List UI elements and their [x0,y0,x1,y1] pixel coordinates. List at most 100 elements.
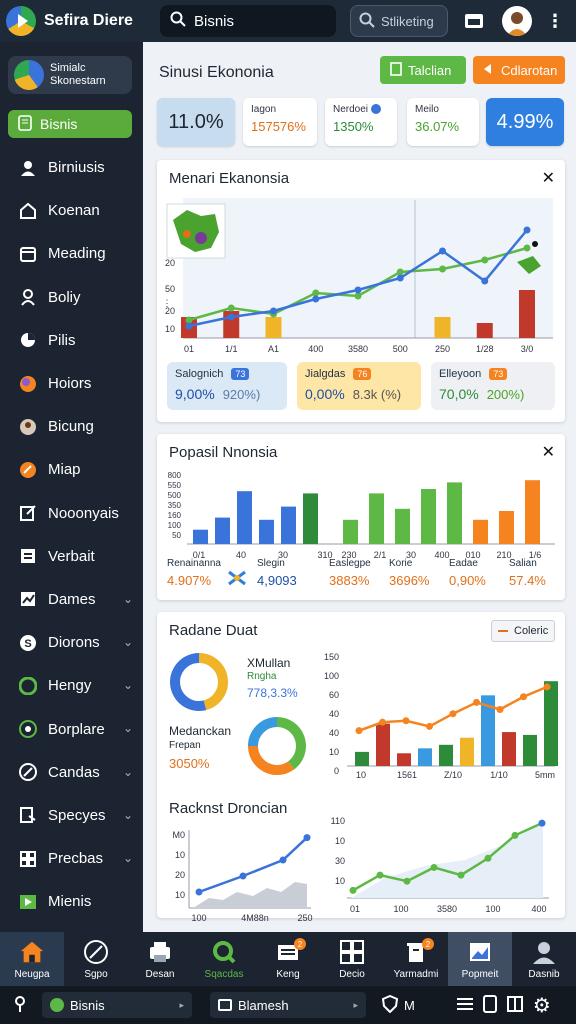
bottom-nav-item-5[interactable]: Decio [320,932,384,986]
shield-icon[interactable] [381,994,399,1016]
donut-slice [248,717,278,747]
sidebar-item-17[interactable]: Mienis [0,880,143,923]
y-tick-label: 10 [175,850,185,860]
stat-card-2[interactable]: Jialgdas 76 0,00% 8.3k (%) [297,362,421,410]
series-line-point [520,693,527,701]
secondary-search-input[interactable]: Stliketing [350,5,448,37]
donut-1-value: 778,3.3% [247,686,298,700]
sidebar-item-8[interactable]: Nooonyais [0,492,143,535]
bottom-nav-item-6[interactable]: Yarmadmi 2 [384,932,448,986]
bar [476,323,493,338]
avatar[interactable] [502,6,532,36]
search-icon [170,11,186,31]
sidebar-item-12[interactable]: Hengy ⌄ [0,664,143,707]
search-icon [211,939,237,965]
bottom-nav-item-3[interactable]: Sqacdas [192,932,256,986]
area-fill [193,882,307,908]
chart-icon [18,589,38,609]
sidebar-item-label: Diorons [48,634,100,652]
sub-chart-title: Racknst Droncian [169,800,288,817]
sidebar-item-3[interactable]: Boliy [0,276,143,319]
status-field-2[interactable]: Blamesh ▸ [210,992,366,1018]
sidebar-item-6[interactable]: Bicung [0,405,143,448]
chevron-down-icon[interactable]: ⌄ [123,592,133,606]
sidebar-item-13[interactable]: Borplare ⌄ [0,707,143,750]
x-tick-label: 100 [485,904,500,914]
bottom-nav-item-1[interactable]: Sgpo [64,932,128,986]
bottom-nav-item-7[interactable]: Popmeit [448,932,512,986]
bottom-nav-item-4[interactable]: Keng 2 [256,932,320,986]
document-icon [390,61,402,79]
sidebar-item-11[interactable]: S Diorons ⌄ [0,621,143,664]
sidebar-item-4[interactable]: Pilis [0,319,143,362]
key-icon[interactable] [12,995,28,1016]
stat-card-1[interactable]: Salognich 73 9,00% 920%) [167,362,287,410]
close-icon[interactable]: ✕ [542,442,555,462]
stat-card-1-v1: 9,00% [175,386,215,402]
chevron-down-icon[interactable]: ⌄ [123,765,133,779]
list-icon[interactable] [456,997,473,1014]
sidebar-item-1[interactable]: Koenan [0,189,143,232]
gear-icon[interactable]: ⚙ [533,993,551,1018]
columns-icon[interactable] [506,995,523,1015]
chevron-down-icon[interactable]: ⌄ [123,635,133,649]
profile-card[interactable]: Simialc Skonestarn [8,56,132,94]
bottom-nav-item-0[interactable]: Neugpa [0,932,64,986]
app-logo[interactable] [6,6,36,36]
x-tick-label: 400 [531,904,546,914]
series-line-point [195,888,203,896]
sidebar-item-active[interactable]: Bisnis [8,110,132,138]
stat-card-3[interactable]: Elleyoon 73 70,0% 200%) [431,362,555,410]
chevron-down-icon[interactable]: ⌄ [123,808,133,822]
sidebar-item-10[interactable]: Dames ⌄ [0,578,143,621]
y-tick-label: 50 [165,284,175,294]
series-line-point [430,863,438,871]
chevron-down-icon[interactable]: ⌄ [123,678,133,692]
orange-action-button[interactable]: Cdlarotan [473,56,565,84]
more-menu-icon[interactable]: ⋮ [546,11,564,32]
sidebar-item-label: Specyes [48,806,106,824]
series-line-blue-point [312,295,320,303]
sidebar-item-5[interactable]: Hoiors [0,362,143,405]
sidebar-item-9[interactable]: Verbait [0,535,143,578]
inset-map-marker [183,230,191,238]
bottom-nav-item-2[interactable]: Desan [128,932,192,986]
series-line-blue-point [185,322,193,330]
sidebar-item-16[interactable]: Precbas ⌄ [0,837,143,880]
close-icon[interactable]: ✕ [542,168,555,188]
bottom-nav-item-8[interactable]: Dasnib [512,932,576,986]
y-tick-label: 10 [335,836,345,846]
search-input[interactable]: Bisnis [160,5,336,37]
top-bar: Sefira Diere Bisnis Stliketing ⋮ [0,0,576,42]
kpi-card-3[interactable]: Nerdoei 1350% [325,98,397,146]
status-mode[interactable]: M [404,998,415,1013]
list-icon [18,546,38,566]
green-action-label: Talclian [408,62,452,78]
sidebar-item-2[interactable]: Meading [0,232,143,275]
bottom-nav-label: Popmeit [461,968,499,980]
sidebar-item-14[interactable]: Candas ⌄ [0,751,143,794]
person-icon [18,287,38,307]
sidebar-item-7[interactable]: Miap [0,448,143,491]
x-tick-label: 3/0 [521,344,534,354]
bottom-nav-label: Neugpa [14,968,50,980]
tablet-icon[interactable] [482,994,497,1016]
window-icon[interactable] [462,9,486,33]
green-action-button[interactable]: Talclian [380,56,466,84]
sidebar-item-0[interactable]: Birniusis [0,146,143,189]
y-tick-label: 110 [331,816,345,826]
chevron-down-icon[interactable]: ⌄ [123,851,133,865]
y-tick-label: 500 [168,491,182,500]
kpi-card-4[interactable]: Meilo 36.07% [407,98,479,146]
sidebar-item-label: Boliy [48,288,81,306]
kpi-card-2[interactable]: Iagon 157576% [243,98,317,146]
status-field-1[interactable]: Bisnis ▸ [42,992,192,1018]
y-tick-label: 100 [324,671,339,681]
legend-toggle-button[interactable]: Coleric [491,620,555,642]
kpi-card-5[interactable]: 4.99% [486,98,564,146]
kpi-card-1[interactable]: 11.0% [157,98,235,146]
y-tick-label: 30 [335,856,345,866]
chevron-down-icon[interactable]: ⌄ [123,721,133,735]
sidebar-item-15[interactable]: Specyes ⌄ [0,794,143,837]
legend-item-4: Korie 3696% [389,558,429,588]
